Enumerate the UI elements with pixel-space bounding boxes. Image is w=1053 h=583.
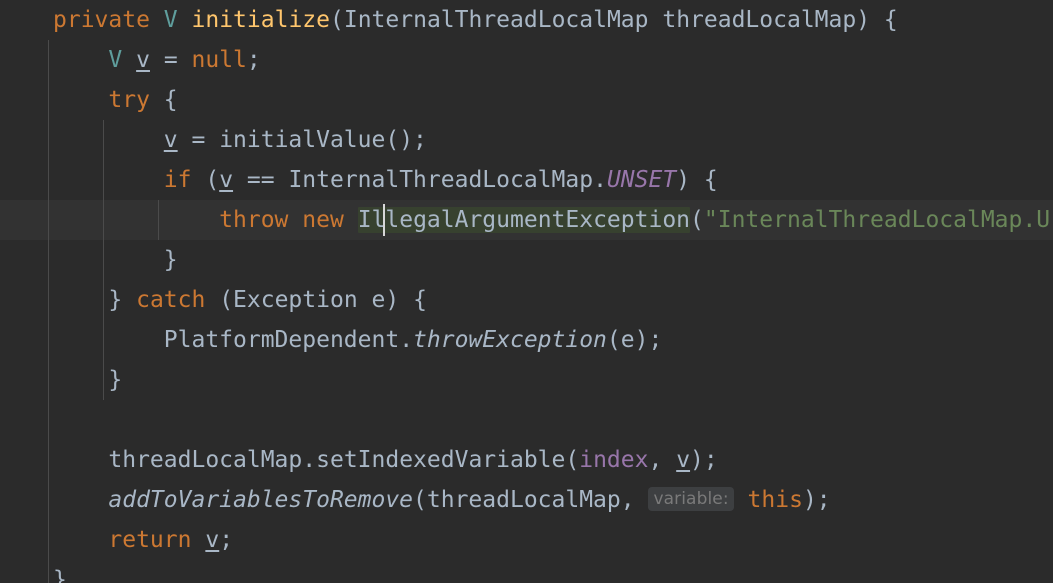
code-token: ; bbox=[246, 47, 261, 73]
code-token: } bbox=[108, 367, 123, 393]
code-token: e bbox=[357, 287, 386, 313]
code-token: . bbox=[302, 447, 317, 473]
code-token: (); bbox=[385, 127, 427, 153]
code-line[interactable]: try { bbox=[0, 80, 1053, 120]
code-token: , bbox=[620, 487, 649, 513]
code-token: V bbox=[108, 47, 123, 73]
code-line[interactable]: V v = null; bbox=[0, 40, 1053, 80]
code-line[interactable]: } bbox=[0, 360, 1053, 400]
code-token: ); bbox=[690, 447, 718, 473]
code-token: PlatformDependent bbox=[163, 327, 400, 353]
code-line[interactable]: v = initialValue(); bbox=[0, 120, 1053, 160]
code-token: try bbox=[108, 87, 150, 113]
code-token: V bbox=[163, 7, 178, 33]
code-token: catch bbox=[136, 287, 206, 313]
code-line[interactable]: PlatformDependent.throwException(e); bbox=[0, 320, 1053, 360]
code-token: ; bbox=[219, 527, 234, 553]
code-token: ); bbox=[802, 487, 831, 513]
code-token: v bbox=[136, 47, 150, 73]
code-token: v bbox=[219, 167, 234, 193]
code-line[interactable]: throw new IllegalArgumentException("Inte… bbox=[0, 200, 1053, 240]
code-token: } bbox=[108, 287, 137, 313]
code-token: index bbox=[579, 447, 649, 473]
code-token: (e); bbox=[606, 327, 663, 353]
highlighted-identifier: IllegalArgumentException bbox=[357, 207, 691, 233]
code-token: v bbox=[205, 527, 220, 553]
code-token: throw bbox=[219, 207, 289, 233]
code-line[interactable]: } bbox=[0, 240, 1053, 280]
code-token: initialize bbox=[191, 7, 330, 33]
code-line[interactable]: addToVariablesToRemove(threadLocalMap, v… bbox=[0, 480, 1053, 520]
code-token: ( bbox=[191, 167, 220, 193]
code-editor[interactable]: private V initialize(InternalThreadLocal… bbox=[0, 0, 1053, 583]
code-token: ) { bbox=[385, 287, 427, 313]
code-token: } bbox=[163, 247, 178, 273]
code-token: initialValue bbox=[219, 127, 386, 153]
code-token: if bbox=[163, 167, 192, 193]
code-token: v bbox=[163, 127, 178, 153]
code-token: ) { bbox=[856, 7, 898, 33]
code-token: UNSET bbox=[606, 167, 677, 193]
code-line[interactable]: return v; bbox=[0, 520, 1053, 560]
inlay-parameter-hint[interactable]: variable: bbox=[648, 487, 734, 511]
code-token: ( bbox=[690, 207, 704, 233]
code-token: ( bbox=[330, 7, 344, 33]
code-token: "InternalThreadLocalMap.U bbox=[703, 207, 1051, 233]
code-line[interactable]: if (v == InternalThreadLocalMap.UNSET) { bbox=[0, 160, 1053, 200]
code-token: ( bbox=[565, 447, 580, 473]
code-token: new bbox=[302, 207, 344, 233]
code-token: throwException bbox=[413, 327, 607, 353]
code-line[interactable]: threadLocalMap.setIndexedVariable(index,… bbox=[0, 440, 1053, 480]
code-token: ) { bbox=[676, 167, 718, 193]
code-line[interactable]: } bbox=[0, 560, 1053, 583]
code-token: . bbox=[593, 167, 607, 193]
code-token: = bbox=[177, 127, 220, 153]
code-token: = bbox=[149, 47, 192, 73]
text-caret bbox=[383, 204, 385, 236]
code-token: v bbox=[676, 447, 691, 473]
code-line[interactable] bbox=[0, 400, 1053, 440]
code-token: . bbox=[399, 327, 414, 353]
code-token: , bbox=[648, 447, 677, 473]
code-token: this bbox=[747, 487, 803, 513]
code-token: == bbox=[233, 167, 289, 193]
code-token: InternalThreadLocalMap bbox=[288, 167, 594, 193]
code-token: { bbox=[149, 87, 178, 113]
code-token: ( bbox=[205, 287, 234, 313]
code-line[interactable]: private V initialize(InternalThreadLocal… bbox=[0, 0, 1053, 40]
code-token: addToVariablesToRemove bbox=[108, 487, 414, 513]
code-token: InternalThreadLocalMap bbox=[343, 7, 649, 33]
code-token: threadLocalMap bbox=[108, 447, 303, 473]
code-token: private bbox=[53, 7, 150, 33]
code-token: ( bbox=[413, 487, 427, 513]
code-token: } bbox=[53, 567, 67, 583]
code-token: threadLocalMap bbox=[426, 487, 621, 513]
code-token: null bbox=[191, 47, 247, 73]
code-token: Exception bbox=[233, 287, 358, 313]
code-token: setIndexedVariable bbox=[316, 447, 566, 473]
code-line[interactable]: } catch (Exception e) { bbox=[0, 280, 1053, 320]
code-token: threadLocalMap bbox=[648, 7, 857, 33]
code-token: return bbox=[108, 527, 192, 553]
